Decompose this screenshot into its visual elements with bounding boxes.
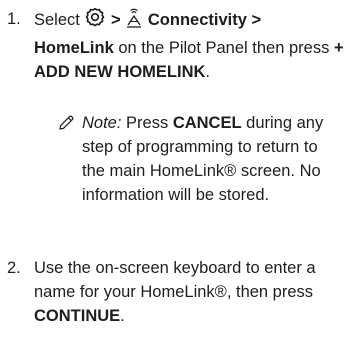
- step-number: 1.: [7, 10, 21, 28]
- separator: >: [111, 11, 121, 29]
- homelink-label: HomeLink: [34, 39, 114, 57]
- separator: >: [251, 11, 262, 29]
- step-text-a: Use the on-screen keyboard to enter a na…: [34, 259, 316, 301]
- step-text: Use the on-screen keyboard to enter a na…: [34, 256, 345, 328]
- period: .: [120, 307, 125, 325]
- continue-label: CONTINUE: [34, 307, 121, 325]
- note-label: Note:: [82, 114, 122, 132]
- step-text: Select > Connectivity > HomeLink on the …: [34, 7, 345, 84]
- connectivity-icon: [125, 7, 143, 36]
- pencil-icon: [58, 114, 75, 138]
- step-text-select: Select: [34, 11, 80, 29]
- step-number: 2.: [7, 259, 21, 277]
- note-block: Note: Press CANCEL during any step of pr…: [82, 111, 345, 207]
- period: .: [205, 63, 210, 81]
- step-text-panel: on the Pilot Panel then press: [118, 39, 330, 57]
- cancel-label: CANCEL: [172, 114, 242, 132]
- connectivity-label: Connectivity: [147, 11, 247, 29]
- gear-icon: [84, 7, 106, 36]
- note-text-a: Press: [126, 114, 169, 132]
